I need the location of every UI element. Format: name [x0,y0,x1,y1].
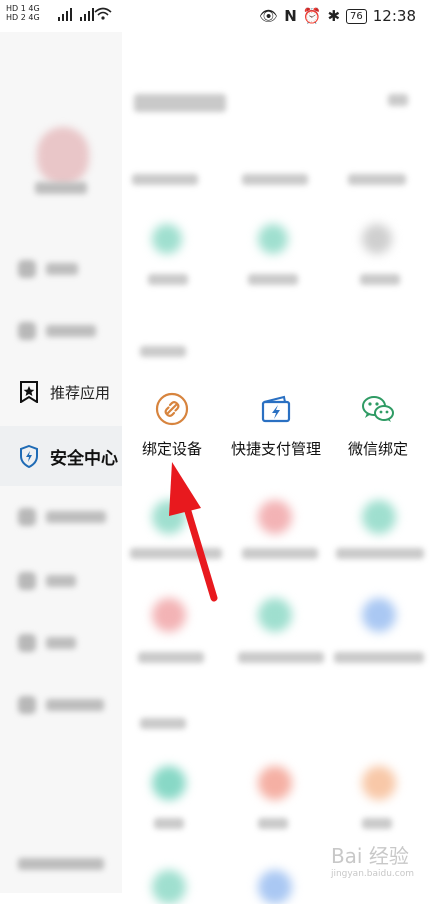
watermark: Bai 经验 jingyan.baidu.com [331,840,414,879]
watermark-text: Bai 经验 [330,844,409,868]
watermark-sub: jingyan.baidu.com [330,869,414,879]
arrow-head [169,462,201,516]
annotation-arrow [169,462,218,602]
